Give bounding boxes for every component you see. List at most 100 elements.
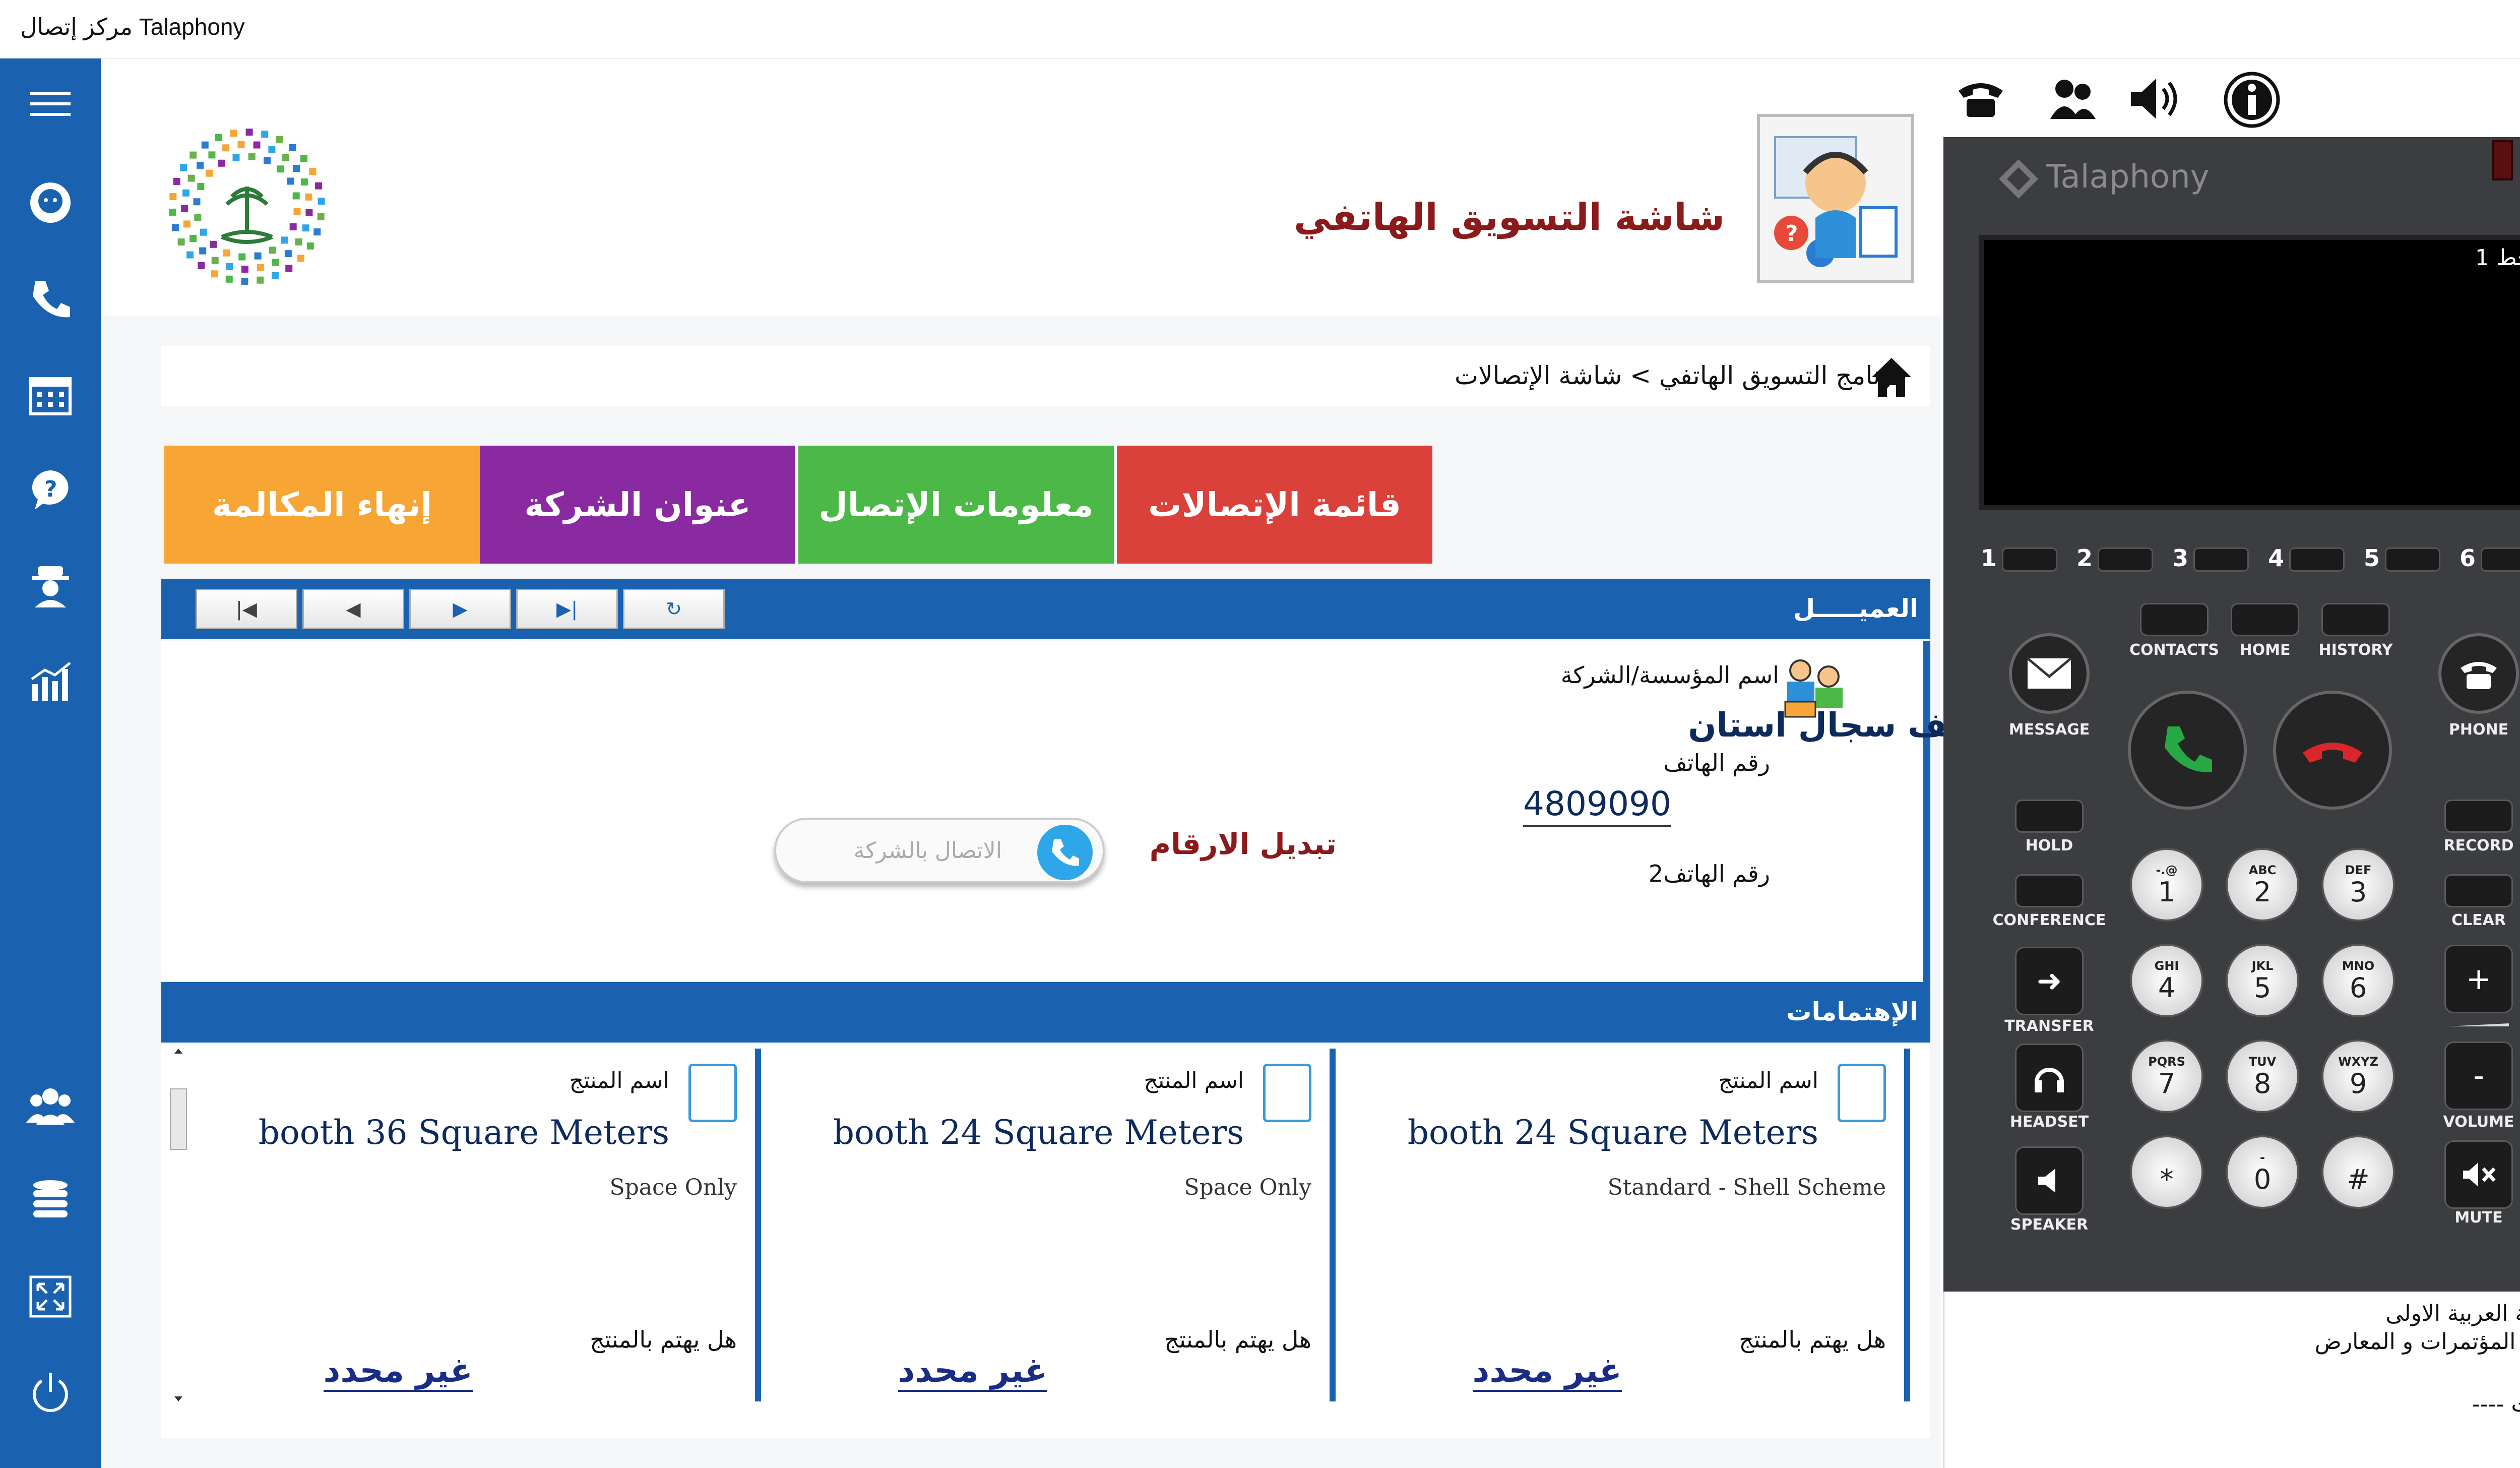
logo-dot [197,183,205,191]
end-call-button[interactable]: إنهاء المكالمة [164,446,480,564]
logo-dot [190,234,197,242]
users-group-icon[interactable] [25,1080,76,1130]
dial-key-2[interactable]: ABC 2 [2226,848,2299,922]
interest-question: هل يهتم بالمنتج [590,1326,737,1353]
contacts-button[interactable] [2140,603,2209,636]
dial-key-0[interactable]: -0 [2226,1135,2299,1209]
logo-dot [315,182,323,190]
logo-dot [225,275,233,283]
prev-record-button[interactable]: ◀ [302,589,404,629]
database-icon[interactable] [25,1176,76,1226]
calendar-icon[interactable] [25,369,76,419]
speaker-button[interactable] [2015,1146,2084,1215]
power-icon[interactable] [25,1367,76,1418]
dial-key-1[interactable]: -.@ 1 [2130,848,2203,922]
phone-number-link[interactable]: 4809090 [1523,784,1671,827]
clear-label: CLEAR [2451,911,2506,929]
line-3-button[interactable] [2193,547,2249,572]
dial-key-8[interactable]: TUV 8 [2226,1039,2299,1113]
refresh-icon: ↻ [666,598,682,620]
contacts-icon[interactable] [2047,74,2098,124]
product-card: اسم المنتج booth 24 Square Meters Space … [766,1049,1336,1401]
fullscreen-icon[interactable] [25,1271,76,1322]
logo-dot [281,236,288,244]
first-record-button[interactable]: |◀ [196,589,297,629]
transfer-button[interactable]: ➜ [2015,947,2084,1015]
logo-dot [300,155,308,162]
phone-button[interactable] [2438,633,2519,714]
menu-icon[interactable] [25,79,76,129]
interests-scrollbar[interactable] [165,1049,192,1401]
logo-dot [182,189,190,197]
product-card: اسم المنتج booth 24 Square Meters Standa… [1341,1049,1910,1401]
spy-user-icon[interactable] [25,561,76,611]
dial-key-9[interactable]: WXYZ 9 [2321,1039,2395,1113]
telephone-icon[interactable] [1956,76,2006,121]
page-title: شاشة التسويق الهاتفي [1294,196,1725,239]
volume-up-button[interactable]: + [2444,945,2513,1013]
last-icon: ▶| [556,598,578,620]
line-5-button[interactable] [2385,547,2440,572]
instructions-link[interactable]: تعليمات ---- [2472,1391,2520,1417]
logo-dot [289,223,297,230]
speaker-volume-icon[interactable] [2127,74,2187,124]
interest-answer-link[interactable]: غير محدد [1472,1351,1622,1392]
history-button[interactable] [2321,603,2390,636]
answer-call-button[interactable] [2128,691,2247,810]
product-card: اسم المنتج booth 36 Square Meters Space … [192,1049,761,1401]
logo-dot [284,250,292,258]
prev-icon: ◀ [346,598,361,620]
line-1-button[interactable] [2002,547,2057,572]
dial-key-5[interactable]: JKL 5 [2226,944,2299,1017]
dial-key-hash[interactable]: # [2321,1135,2395,1209]
tab-company-address[interactable]: عنوان الشركة [480,446,795,564]
history-label: HISTORY [2318,641,2393,659]
stats-chart-icon[interactable] [25,656,76,707]
agent-headset-icon[interactable] [25,177,76,228]
logo-dot [287,177,294,185]
logo-dot [305,209,313,216]
tab-calls-list[interactable]: قائمة الإتصالات [1117,446,1432,564]
product-type: Standard - Shell Scheme [1607,1175,1886,1200]
dial-key-4[interactable]: GHI 4 [2130,944,2203,1017]
last-record-button[interactable]: ▶| [516,589,618,629]
interest-answer-link[interactable]: غير محدد [898,1351,1047,1392]
mute-button[interactable] [2444,1140,2513,1209]
tab-contact-info[interactable]: معلومات الإتصال [798,446,1114,564]
conference-button[interactable] [2015,874,2084,907]
headset-button[interactable] [2015,1044,2084,1112]
logo-dot [197,161,204,169]
line-number: 2 [2076,544,2093,572]
logo-dot [293,208,301,215]
home-button[interactable] [2231,603,2299,636]
record-button[interactable] [2444,800,2513,833]
product-name: booth 24 Square Meters [833,1113,1244,1152]
company-label: اسم المؤسسة/الشركة [1560,661,1779,689]
dial-key-7[interactable]: PQRS 7 [2130,1039,2203,1113]
message-button[interactable] [2009,633,2090,714]
dial-key-3[interactable]: DEF 3 [2321,848,2395,922]
line-4-button[interactable] [2289,547,2345,572]
logo-dot [181,205,188,212]
next-record-button[interactable]: ▶ [409,589,511,629]
interest-answer-link[interactable]: غير محدد [323,1351,473,1392]
help-icon[interactable]: ? [25,465,76,515]
logo-dot [183,220,191,228]
logo-dot [245,129,253,136]
refresh-button[interactable]: ↻ [623,589,725,629]
hangup-call-button[interactable] [2273,691,2392,810]
line-2-button[interactable] [2098,547,2153,572]
volume-down-button[interactable]: - [2444,1042,2513,1110]
dial-key-6[interactable]: MNO 6 [2321,944,2395,1017]
breadcrumb[interactable]: برنامج التسويق الهاتفي > شاشة الإتصالات [1455,361,1901,390]
headset-label: HEADSET [2009,1113,2089,1131]
phone-icon[interactable] [25,273,76,324]
clipboard-icon [1263,1064,1311,1122]
dial-key-star[interactable]: * [2130,1135,2203,1209]
call-company-button[interactable]: الاتصال بالشركة [774,818,1105,883]
clear-button[interactable] [2444,874,2513,907]
switch-numbers-button[interactable]: تبديل الارقام [1150,827,1337,861]
info-icon[interactable] [2223,71,2281,129]
line-6-button[interactable] [2481,547,2520,572]
hold-button[interactable] [2015,800,2084,833]
